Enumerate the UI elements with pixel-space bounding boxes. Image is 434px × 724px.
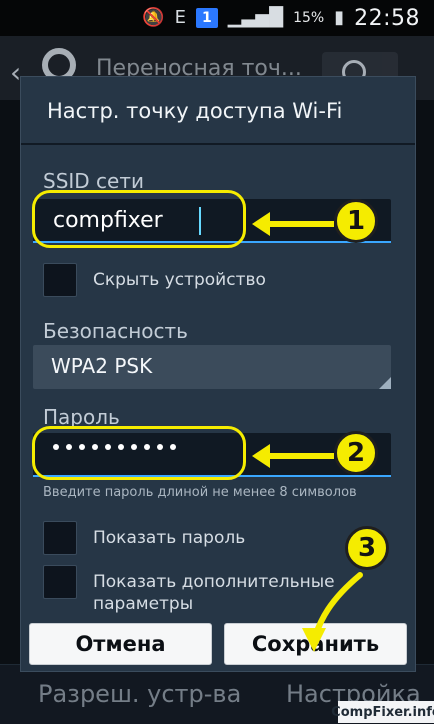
mute-icon: 🔕 <box>142 7 165 28</box>
security-select[interactable]: WPA2 PSK <box>33 345 391 389</box>
show-advanced-row[interactable]: Показать дополнительные параметры <box>43 565 335 615</box>
save-button[interactable]: Сохранить <box>224 623 407 665</box>
arrow-2-line <box>268 453 334 459</box>
security-label: Безопасность <box>43 319 188 343</box>
signal-icon: ▁▃▅█ <box>227 7 284 28</box>
wifi-hotspot-dialog: Настр. точку доступа Wi-Fi SSID сети com… <box>20 76 416 672</box>
watermark: CompFixer.info <box>331 701 434 723</box>
battery-percent: 15% <box>293 10 325 26</box>
battery-icon: ▮ <box>334 7 345 28</box>
step-3-badge: 3 <box>345 526 389 570</box>
show-password-label: Показать пароль <box>93 528 246 548</box>
hide-device-row[interactable]: Скрыть устройство <box>43 263 266 297</box>
sim-badge-icon: 1 <box>195 8 218 28</box>
title-divider <box>21 143 415 145</box>
password-highlight <box>32 426 246 480</box>
show-password-checkbox[interactable] <box>43 521 77 555</box>
show-advanced-checkbox[interactable] <box>43 565 77 599</box>
dialog-button-bar: Отмена Сохранить <box>21 615 415 671</box>
password-hint: Введите пароль длиной не менее 8 символо… <box>43 485 357 500</box>
step-1-badge: 1 <box>334 199 378 243</box>
background-allowed-devices: Разреш. устр-ва <box>38 680 242 708</box>
network-type-icon: E <box>174 7 186 28</box>
dropdown-corner-icon <box>379 377 391 389</box>
show-advanced-label: Показать дополнительные параметры <box>93 572 335 614</box>
dialog-title: Настр. точку доступа Wi-Fi <box>47 99 343 123</box>
security-value: WPA2 PSK <box>51 354 153 378</box>
show-password-row[interactable]: Показать пароль <box>43 521 245 555</box>
arrow-1-line <box>268 221 334 227</box>
cancel-button[interactable]: Отмена <box>29 623 212 665</box>
step-2-badge: 2 <box>334 431 378 475</box>
hide-device-checkbox[interactable] <box>43 263 77 297</box>
clock: 22:58 <box>354 5 420 31</box>
ssid-highlight <box>32 190 246 248</box>
status-bar: 🔕 E 1 ▁▃▅█ 15% ▮ 22:58 <box>0 0 434 36</box>
hide-device-label: Скрыть устройство <box>93 270 266 290</box>
